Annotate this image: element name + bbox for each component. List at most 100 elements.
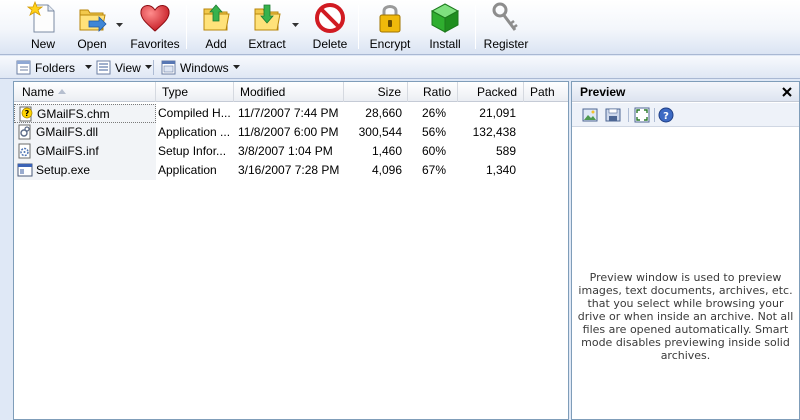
extract-dropdown-arrow-icon[interactable] (291, 20, 300, 29)
chevron-down-icon (232, 65, 240, 69)
file-packed-cell: 132,438 (472, 125, 516, 139)
preview-toolbar-separator (628, 108, 629, 122)
view-label: View (115, 60, 141, 75)
file-type-cell: Setup Infor... (158, 144, 227, 158)
file-size-cell: 28,660 (365, 106, 402, 120)
toolbar-separator (186, 5, 187, 49)
padlock-icon (379, 5, 401, 33)
file-modified-cell: 3/8/2007 1:04 PM (238, 144, 333, 158)
preview-save-icon[interactable] (605, 107, 621, 123)
file-type-cell: Application ... (158, 125, 231, 139)
install-button[interactable]: Install (427, 0, 463, 53)
add-label: Add (205, 37, 227, 51)
column-header-modified[interactable]: Modified (234, 82, 344, 102)
exe-file-icon (17, 163, 33, 177)
close-icon[interactable] (782, 87, 792, 97)
toolbar2-separator (153, 60, 154, 75)
file-modified-cell: 11/7/2007 7:44 PM (238, 106, 339, 120)
file-path-cell (526, 123, 566, 142)
delete-label: Delete (312, 37, 348, 51)
open-folder-icon (79, 9, 107, 32)
file-path-cell (526, 142, 566, 161)
table-row[interactable]: Setup.exe Application 3/16/2007 7:28 PM … (14, 161, 568, 180)
view-list-icon (96, 60, 111, 75)
add-folder-icon (203, 4, 230, 31)
open-dropdown-arrow-icon[interactable] (115, 20, 124, 29)
extract-button[interactable]: Extract (246, 0, 288, 53)
folders-label: Folders (35, 60, 76, 75)
file-path-cell (526, 161, 566, 180)
windows-button[interactable]: Windows (161, 59, 240, 76)
delete-icon (315, 3, 345, 33)
inf-file-icon (18, 143, 31, 159)
table-row[interactable]: GMailFS.dll Application ... 11/8/2007 6:… (14, 123, 568, 142)
file-name-cell: ? GMailFS.chm (14, 104, 156, 123)
file-size-cell: 4,096 (371, 163, 402, 177)
preview-message: Preview window is used to preview images… (577, 271, 794, 362)
file-name-cell: GMailFS.inf (14, 142, 156, 161)
preview-toolbar-separator (654, 108, 655, 122)
file-packed-cell: 1,340 (485, 163, 516, 177)
file-packed-cell: 21,091 (479, 106, 516, 120)
file-modified-cell: 11/8/2007 6:00 PM (238, 125, 339, 139)
file-ratio-cell: 56% (421, 125, 446, 139)
extract-label: Extract (248, 37, 286, 51)
open-button[interactable]: Open (74, 0, 110, 53)
favorites-button[interactable]: Favorites (129, 0, 181, 53)
column-header-path[interactable]: Path (524, 82, 568, 102)
file-list[interactable]: Name Type Modified Size Ratio Packed Pat… (13, 81, 569, 420)
view-toolbar: Folders View Windows (0, 56, 800, 79)
main-toolbar: New Open Favorites Add Extract Delete En… (0, 0, 800, 55)
folders-tree-icon (16, 60, 31, 75)
extract-folder-icon (254, 4, 281, 31)
keys-icon (492, 2, 518, 31)
column-header-ratio[interactable]: Ratio (408, 82, 458, 102)
add-button[interactable]: Add (199, 0, 233, 53)
column-header-size[interactable]: Size (344, 82, 408, 102)
column-header-type[interactable]: Type (156, 82, 234, 102)
new-button[interactable]: New (24, 0, 62, 53)
svg-text:?: ? (663, 111, 669, 122)
file-name-cell: GMailFS.dll (14, 123, 156, 142)
preview-pane: Preview ? Preview window is used to prev… (571, 81, 800, 420)
register-button[interactable]: Register (484, 0, 528, 53)
encrypt-label: Encrypt (369, 37, 411, 51)
preview-title: Preview (572, 82, 799, 102)
dll-file-icon (18, 124, 31, 140)
install-label: Install (429, 37, 461, 51)
column-header-packed[interactable]: Packed (458, 82, 524, 102)
file-name-cell: Setup.exe (14, 161, 156, 180)
file-type-cell: Application (158, 163, 217, 177)
delete-button[interactable]: Delete (311, 0, 349, 53)
toolbar-separator (358, 5, 359, 49)
new-file-icon (26, 1, 55, 33)
help-icon[interactable]: ? (658, 107, 674, 123)
column-header-name[interactable]: Name (14, 82, 156, 102)
file-ratio-cell: 67% (421, 163, 446, 177)
file-packed-cell: 589 (495, 144, 516, 158)
chevron-down-icon (144, 65, 152, 69)
svg-text:?: ? (25, 109, 30, 118)
chm-help-file-icon: ? (19, 106, 33, 122)
table-row[interactable]: ? GMailFS.chm Compiled H... 11/7/2007 7:… (14, 104, 568, 123)
new-label: New (30, 37, 55, 51)
file-list-header: Name Type Modified Size Ratio Packed Pat… (14, 82, 568, 102)
encrypt-button[interactable]: Encrypt (368, 0, 412, 53)
green-cube-icon (430, 3, 460, 33)
fit-to-window-icon[interactable] (634, 107, 650, 123)
heart-icon (140, 5, 170, 32)
sort-ascending-icon (58, 89, 66, 94)
file-ratio-cell: 60% (421, 144, 446, 158)
file-ratio-cell: 26% (421, 106, 446, 120)
file-size-cell: 1,460 (371, 144, 402, 158)
folders-button[interactable]: Folders (16, 59, 93, 76)
preview-image-icon[interactable] (582, 107, 598, 123)
register-label: Register (483, 37, 529, 51)
file-size-cell: 300,544 (358, 125, 402, 139)
windows-label: Windows (180, 60, 229, 75)
view-button[interactable]: View (96, 59, 152, 76)
table-row[interactable]: GMailFS.inf Setup Infor... 3/8/2007 1:04… (14, 142, 568, 161)
open-label: Open (77, 37, 107, 51)
file-type-cell: Compiled H... (158, 106, 231, 120)
file-modified-cell: 3/16/2007 7:28 PM (238, 163, 340, 177)
